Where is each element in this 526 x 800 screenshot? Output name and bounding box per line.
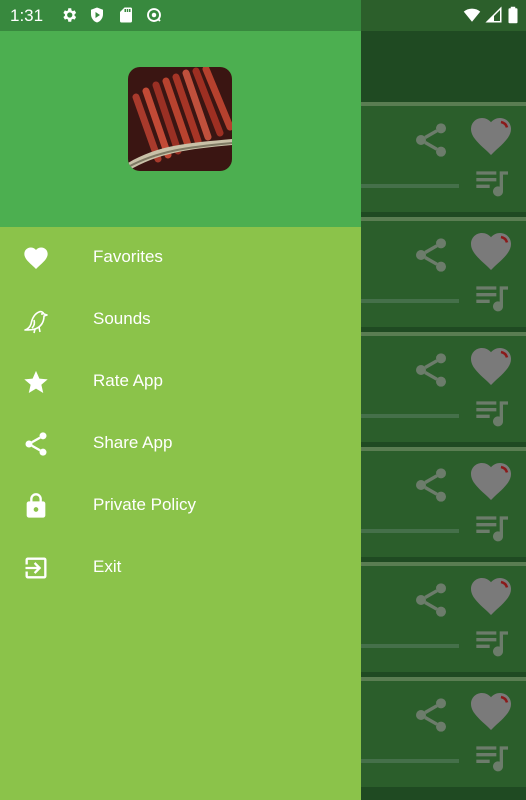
seek-bar xyxy=(361,529,459,533)
menu-item-sounds[interactable]: Sounds xyxy=(0,289,361,351)
navigation-drawer: Favorites Sounds Rate App Share App Priv… xyxy=(0,31,361,800)
heart-icon xyxy=(471,693,511,730)
settings-icon xyxy=(63,8,77,22)
seek-bar xyxy=(361,299,459,303)
heart-icon xyxy=(24,247,48,269)
wifi-icon xyxy=(463,8,481,22)
status-time: 1:31 xyxy=(10,6,44,25)
drawer-header xyxy=(0,31,361,227)
list-item xyxy=(361,102,526,212)
seek-bar xyxy=(361,414,459,418)
bird-icon xyxy=(24,310,48,334)
status-bar: 1:31 xyxy=(0,0,526,31)
playlist-icon xyxy=(476,516,508,542)
shield-play-icon xyxy=(91,7,103,23)
seek-bar xyxy=(361,759,459,763)
share-icon xyxy=(416,583,446,617)
menu-item-label: Share App xyxy=(93,433,173,452)
share-icon xyxy=(416,238,446,272)
menu-item-private-policy[interactable]: Private Policy xyxy=(0,475,361,537)
list-item xyxy=(361,332,526,442)
playlist-icon xyxy=(476,171,508,197)
star-icon xyxy=(24,370,48,393)
seek-bar xyxy=(361,184,459,188)
share-icon xyxy=(416,123,446,157)
heart-icon xyxy=(471,348,511,385)
exit-icon xyxy=(25,557,47,579)
heart-icon xyxy=(471,233,511,270)
playlist-icon xyxy=(476,401,508,427)
battery-icon xyxy=(508,6,518,24)
menu-item-label: Exit xyxy=(93,557,122,576)
playlist-icon xyxy=(476,286,508,312)
heart-icon xyxy=(471,463,511,500)
sound-list-scrim[interactable] xyxy=(361,31,526,800)
share-icon xyxy=(416,353,446,387)
menu-item-label: Sounds xyxy=(93,309,151,328)
list-item xyxy=(361,217,526,327)
heart-icon xyxy=(471,578,511,615)
share-icon xyxy=(416,698,446,732)
sd-card-icon xyxy=(120,7,132,23)
signal-icon xyxy=(485,6,502,23)
share-icon xyxy=(416,468,446,502)
menu-item-rate-app[interactable]: Rate App xyxy=(0,351,361,413)
drawer-menu: Favorites Sounds Rate App Share App Priv… xyxy=(0,227,361,599)
list-item xyxy=(361,677,526,787)
playlist-icon xyxy=(476,746,508,772)
menu-item-exit[interactable]: Exit xyxy=(0,537,361,599)
seek-bar xyxy=(361,644,459,648)
data-saver-icon xyxy=(147,8,161,22)
menu-item-label: Favorites xyxy=(93,247,163,266)
share-icon xyxy=(25,432,47,456)
list-item xyxy=(361,447,526,557)
menu-item-label: Private Policy xyxy=(93,495,196,514)
app-logo xyxy=(128,67,232,171)
lock-icon xyxy=(26,493,46,518)
heart-icon xyxy=(471,118,511,155)
menu-item-label: Rate App xyxy=(93,371,163,390)
playlist-icon xyxy=(476,631,508,657)
menu-item-share-app[interactable]: Share App xyxy=(0,413,361,475)
menu-item-favorites[interactable]: Favorites xyxy=(0,227,361,289)
list-item xyxy=(361,562,526,672)
